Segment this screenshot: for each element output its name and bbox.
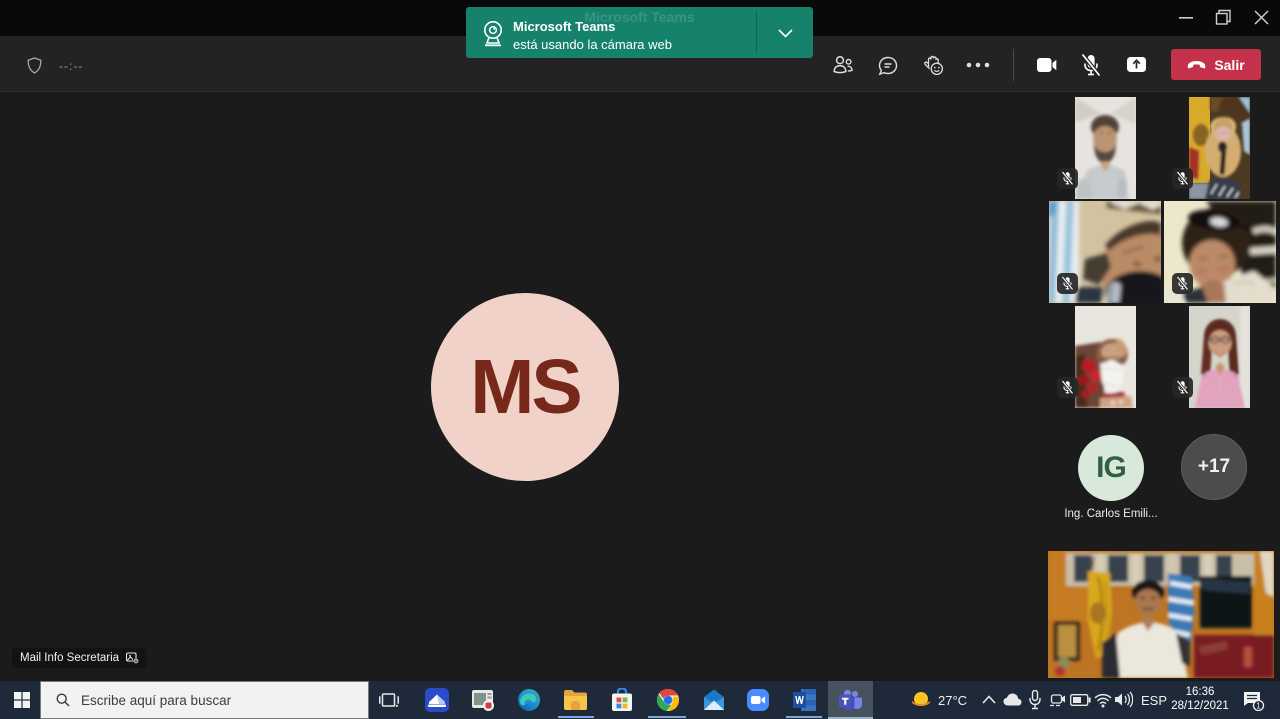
svg-text:1: 1 — [1256, 702, 1261, 711]
